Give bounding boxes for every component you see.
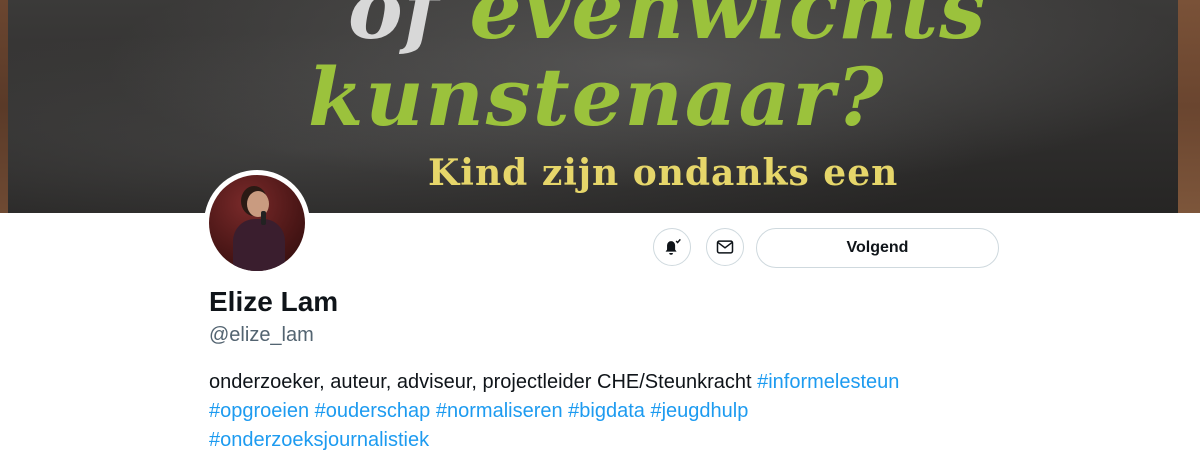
notifications-button[interactable]: [653, 228, 691, 266]
message-button[interactable]: [706, 228, 744, 266]
profile-banner[interactable]: of evenwichts kunstenaar? Kind zijn onda…: [0, 0, 1200, 213]
hashtag-link[interactable]: #bigdata: [568, 400, 645, 422]
bell-check-icon: [665, 238, 681, 255]
profile-name: Elize Lam: [209, 286, 339, 317]
profile-bio: onderzoeker, auteur, adviseur, projectle…: [209, 368, 1009, 455]
hashtag-link[interactable]: #informelesteun: [757, 371, 899, 393]
bio-text: onderzoeker, auteur, adviseur, projectle…: [209, 371, 752, 393]
profile-handle: @elize_lam: [209, 324, 314, 346]
avatar[interactable]: [204, 170, 310, 276]
avatar-microphone: [261, 211, 266, 225]
hashtag-link[interactable]: #normaliseren: [436, 400, 563, 422]
hashtag-link[interactable]: #onderzoeksjournalistiek: [209, 429, 429, 451]
hashtag-link[interactable]: #opgroeien: [209, 400, 309, 422]
avatar-photo: [209, 175, 305, 271]
banner-wood-edge-left: [0, 0, 8, 213]
hashtag-link[interactable]: #ouderschap: [315, 400, 431, 422]
banner-book-cover: of evenwichts kunstenaar? Kind zijn onda…: [8, 0, 1178, 213]
envelope-icon: [716, 240, 734, 254]
banner-wood-edge-right: [1178, 0, 1200, 213]
banner-title-line2: kunstenaar?: [308, 50, 886, 144]
banner-subtitle: Kind zijn ondanks een: [428, 152, 899, 194]
following-button[interactable]: Volgend: [756, 228, 999, 268]
hashtag-link[interactable]: #jeugdhulp: [650, 400, 748, 422]
avatar-figure-body: [233, 219, 285, 271]
